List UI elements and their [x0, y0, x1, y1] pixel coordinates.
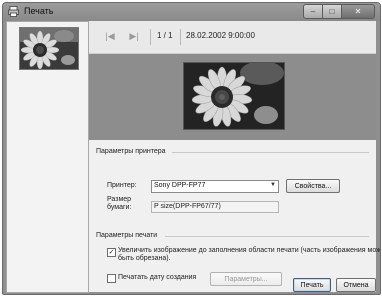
thumbnail-sunflower[interactable] — [19, 27, 79, 70]
enlarge-image-label-line2[interactable]: быть обрезана). — [118, 255, 171, 263]
print-dialog: Печать – □ ✕ |◀ ▶| 1 / 1 28.02.2002 9:00… — [2, 2, 381, 295]
maximize-icon: □ — [329, 7, 335, 16]
page-counter: 1 / 1 — [157, 31, 173, 40]
properties-button[interactable]: Свойства... — [286, 179, 340, 193]
cancel-button[interactable]: Отмена — [336, 278, 376, 292]
thumbnail-sidebar — [6, 21, 89, 293]
nav-divider — [180, 29, 181, 45]
properties-button-label: Свойства... — [294, 182, 332, 190]
section-divider — [165, 236, 369, 237]
close-icon: ✕ — [354, 7, 362, 16]
paper-size-label-line1: Размер — [107, 196, 132, 203]
navigation-bar: |◀ ▶| 1 / 1 28.02.2002 9:00:00 — [89, 21, 376, 54]
checkmark-icon: ✓ — [108, 249, 115, 256]
window-controls: – □ ✕ — [303, 4, 375, 19]
sunflower-thumbnail-image — [20, 28, 78, 70]
paper-size-field: P size(DPP-FP67/77) — [151, 201, 279, 213]
first-page-icon[interactable]: |◀ — [103, 31, 117, 42]
printer-app-icon — [8, 6, 19, 17]
print-button[interactable]: Печать — [293, 278, 331, 292]
enlarge-image-label-line1[interactable]: Увеличить изображение до заполнения обла… — [118, 247, 380, 255]
printer-select[interactable]: Sony DPP-FP77 ▼ — [151, 180, 279, 193]
next-page-icon[interactable]: ▶| — [127, 31, 141, 42]
chevron-down-icon: ▼ — [270, 182, 276, 188]
printer-selected-value: Sony DPP-FP77 — [154, 182, 206, 189]
date-parameters-button[interactable]: Параметры... — [210, 272, 282, 286]
minimize-button[interactable]: – — [303, 4, 323, 19]
print-date-checkbox[interactable] — [107, 274, 116, 283]
title-bar[interactable]: Печать – □ ✕ — [3, 3, 380, 21]
cancel-button-label: Отмена — [343, 281, 369, 289]
enlarge-image-checkbox[interactable]: ✓ — [107, 248, 116, 257]
minimize-icon: – — [310, 7, 316, 16]
nav-divider — [150, 29, 151, 45]
close-button[interactable]: ✕ — [342, 4, 375, 19]
paper-size-label-line2: бумаги: — [107, 204, 132, 211]
printer-settings-heading: Параметры принтера — [96, 148, 166, 155]
print-settings-heading: Параметры печати — [96, 232, 158, 239]
sunflower-preview-image — [184, 61, 284, 129]
print-button-label: Печать — [300, 281, 324, 289]
paper-size-value: P size(DPP-FP67/77) — [154, 203, 221, 210]
main-panel: |◀ ▶| 1 / 1 28.02.2002 9:00:00 Параметры… — [89, 21, 380, 292]
printer-label: Принтер: — [107, 182, 137, 189]
print-preview-area — [89, 54, 376, 140]
print-date-label[interactable]: Печатать дату создания — [118, 274, 196, 282]
maximize-button[interactable]: □ — [323, 4, 342, 19]
print-preview-image — [183, 61, 285, 130]
section-divider — [172, 152, 369, 153]
photo-timestamp: 28.02.2002 9:00:00 — [186, 31, 255, 40]
window-title: Печать — [24, 6, 54, 16]
date-parameters-button-label: Параметры... — [224, 275, 268, 283]
